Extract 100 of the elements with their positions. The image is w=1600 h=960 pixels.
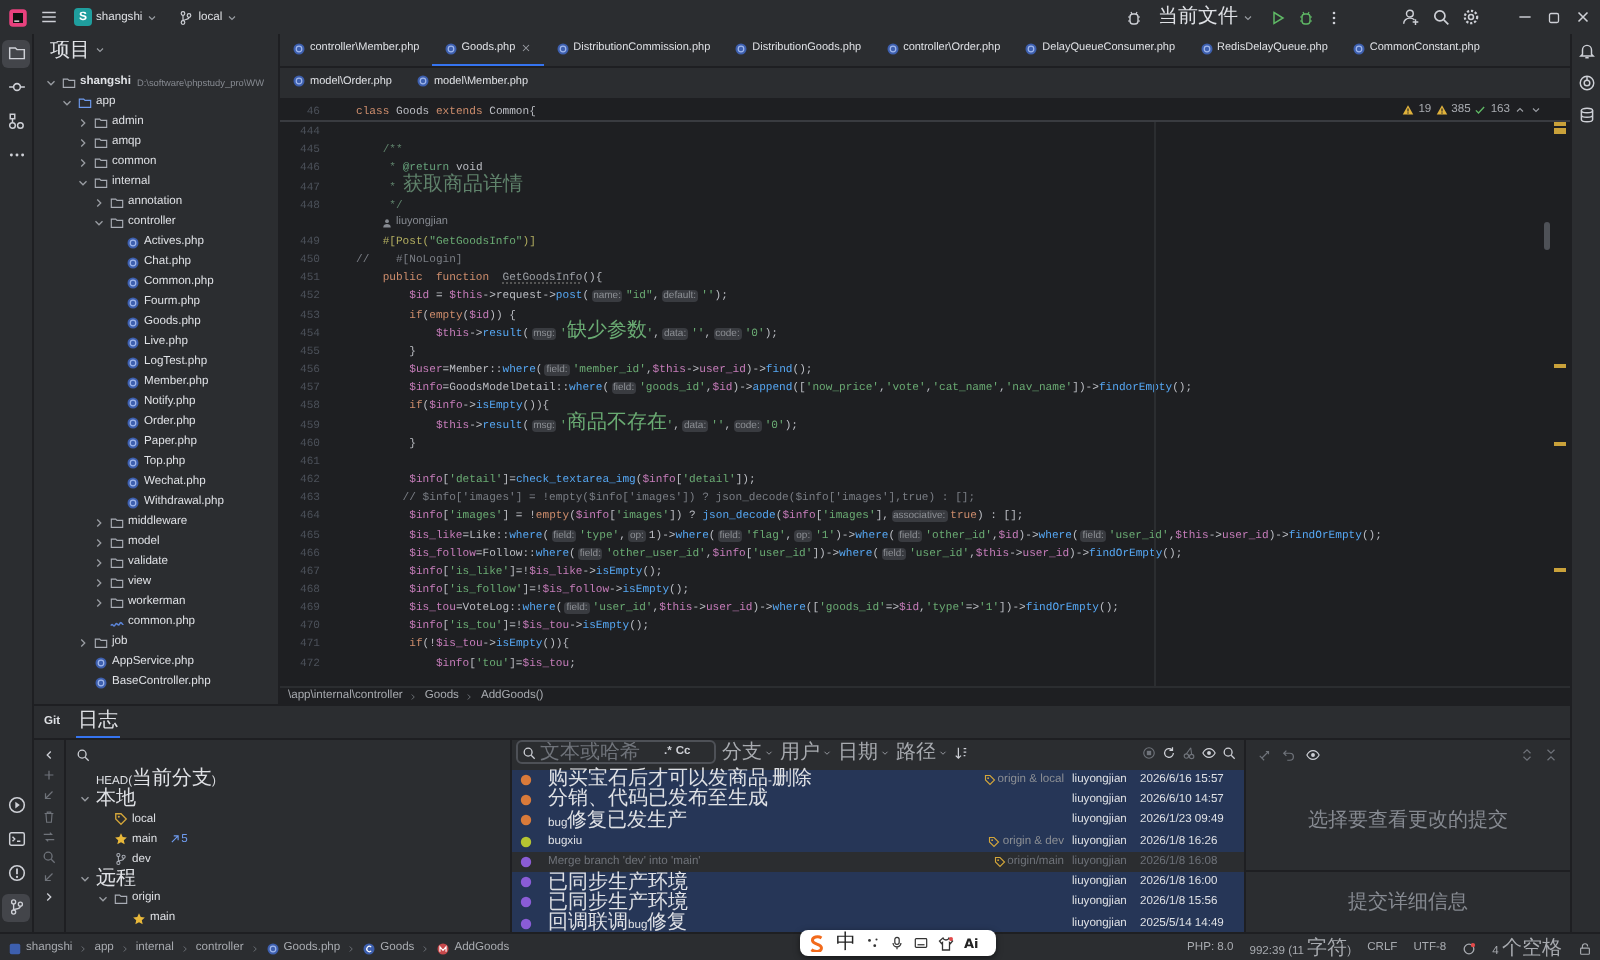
app-logo-icon[interactable] — [8, 7, 28, 27]
arrow-icon[interactable] — [42, 788, 56, 803]
chevron-icon[interactable] — [76, 115, 90, 129]
commit-message: 已同步生产环境 — [548, 871, 690, 894]
chevron-icon[interactable] — [44, 75, 58, 89]
chevron-icon — [1242, 11, 1254, 23]
arrow-icon[interactable] — [1258, 748, 1272, 762]
terminal-icon — [7, 830, 25, 848]
chevron-left-icon[interactable] — [42, 748, 56, 762]
project-tool-button[interactable] — [2, 39, 30, 67]
expand-icon[interactable] — [1520, 748, 1534, 762]
skin-icon[interactable] — [938, 935, 954, 951]
notifications-icon[interactable] — [1577, 42, 1595, 60]
chevron-icon[interactable] — [76, 175, 90, 189]
sort-icon[interactable] — [954, 745, 968, 759]
undo-icon[interactable] — [1282, 748, 1296, 762]
refresh-icon[interactable] — [1162, 745, 1176, 759]
run-icon[interactable] — [1270, 9, 1286, 25]
chevron-icon[interactable] — [78, 871, 92, 886]
chevron-icon[interactable] — [76, 155, 90, 169]
chevron-icon — [146, 11, 159, 23]
arrow-icon[interactable] — [42, 870, 56, 885]
chevron-icon[interactable] — [92, 555, 106, 569]
chevron-icon — [822, 747, 832, 757]
tag-icon — [988, 835, 1001, 848]
search-icon[interactable] — [1432, 8, 1450, 26]
compare-icon[interactable] — [42, 829, 56, 844]
chevron-down-icon[interactable] — [1530, 104, 1542, 116]
lock-icon[interactable] — [1578, 941, 1592, 955]
star-icon — [114, 832, 128, 847]
project-icon — [7, 44, 25, 62]
stop-icon[interactable] — [1142, 745, 1156, 759]
keyboard-icon[interactable] — [914, 936, 928, 950]
run-config-selector[interactable]: 当前文件 — [1154, 4, 1258, 30]
branch-item[interactable]: 本地 — [96, 788, 136, 811]
chevron-icon — [226, 11, 239, 23]
git-tool-button[interactable] — [2, 893, 30, 921]
person-icon — [382, 217, 392, 228]
commit-message: 分销、代码已发布至生成 — [548, 788, 770, 811]
chevron-icon[interactable] — [60, 95, 74, 109]
cherry-icon[interactable] — [1182, 745, 1196, 759]
chevron-right-icon[interactable] — [42, 890, 56, 905]
chevron-icon[interactable] — [92, 195, 106, 209]
collapse-icon[interactable] — [1544, 748, 1558, 762]
settings-icon[interactable] — [1462, 8, 1480, 26]
chevron-icon[interactable] — [78, 792, 92, 807]
commit-message: 已同步生产环境 — [548, 891, 690, 914]
add-user-icon[interactable] — [1402, 8, 1420, 26]
eye-icon[interactable] — [1202, 745, 1216, 759]
chevron-icon[interactable] — [92, 575, 106, 589]
maximize-icon[interactable] — [1546, 9, 1562, 25]
chevron-icon[interactable] — [92, 535, 106, 549]
trash-icon[interactable] — [42, 809, 56, 824]
branch-item[interactable]: 远程 — [96, 867, 136, 890]
warning-icon — [1435, 104, 1448, 116]
chevron-icon[interactable] — [76, 635, 90, 649]
chevron-icon[interactable] — [92, 515, 106, 529]
warning-icon — [1402, 104, 1415, 116]
chevron-icon[interactable] — [94, 44, 106, 56]
debug-icon[interactable] — [1298, 9, 1314, 25]
filter-dropdown[interactable]: 分支 — [722, 741, 774, 763]
chevron-icon[interactable] — [96, 891, 110, 906]
chevron-icon — [408, 691, 419, 701]
tag-icon — [993, 855, 1006, 868]
arrow-icon — [169, 834, 180, 845]
sync-icon[interactable] — [1462, 941, 1477, 955]
microphone-icon[interactable] — [890, 936, 904, 950]
chevron-icon — [78, 943, 89, 953]
chevron-up-icon[interactable] — [1514, 104, 1526, 116]
chevron-icon[interactable] — [76, 135, 90, 149]
bug-icon[interactable] — [1126, 9, 1142, 25]
folder-icon — [94, 635, 108, 649]
chevron-icon — [249, 943, 260, 953]
chevron-icon[interactable] — [92, 595, 106, 609]
chevron-icon[interactable] — [92, 215, 106, 229]
menu-icon[interactable] — [40, 8, 58, 26]
chevron-icon — [880, 747, 890, 757]
input-mode[interactable]: 中 — [836, 932, 856, 954]
panel-tab[interactable]: 日志 — [76, 706, 121, 738]
database-icon[interactable] — [1577, 106, 1595, 124]
eye-icon[interactable] — [1306, 748, 1320, 762]
close-icon[interactable] — [1574, 8, 1592, 26]
tag-icon — [114, 812, 128, 827]
chevron-icon — [938, 747, 948, 757]
folder-icon — [114, 891, 128, 906]
filter-dropdown[interactable]: 用户 — [780, 741, 832, 763]
class-icon — [362, 941, 377, 955]
empty-details-text: 提交详细信息 — [1348, 891, 1468, 913]
project-icon — [8, 941, 22, 955]
chevron-icon — [764, 747, 774, 757]
commit-icon — [7, 78, 25, 96]
filter-dropdown[interactable]: 日期 — [838, 741, 890, 763]
dots-icon[interactable] — [866, 936, 880, 950]
problems-icon — [7, 864, 25, 882]
assistant-icon[interactable] — [1577, 74, 1595, 92]
filter-dropdown[interactable]: 路径 — [896, 741, 948, 763]
close-icon[interactable] — [519, 42, 532, 55]
panel-title[interactable]: 项目 — [50, 39, 90, 61]
scrollbar-thumb[interactable] — [1544, 222, 1550, 250]
input-method-logo[interactable] — [808, 934, 826, 952]
